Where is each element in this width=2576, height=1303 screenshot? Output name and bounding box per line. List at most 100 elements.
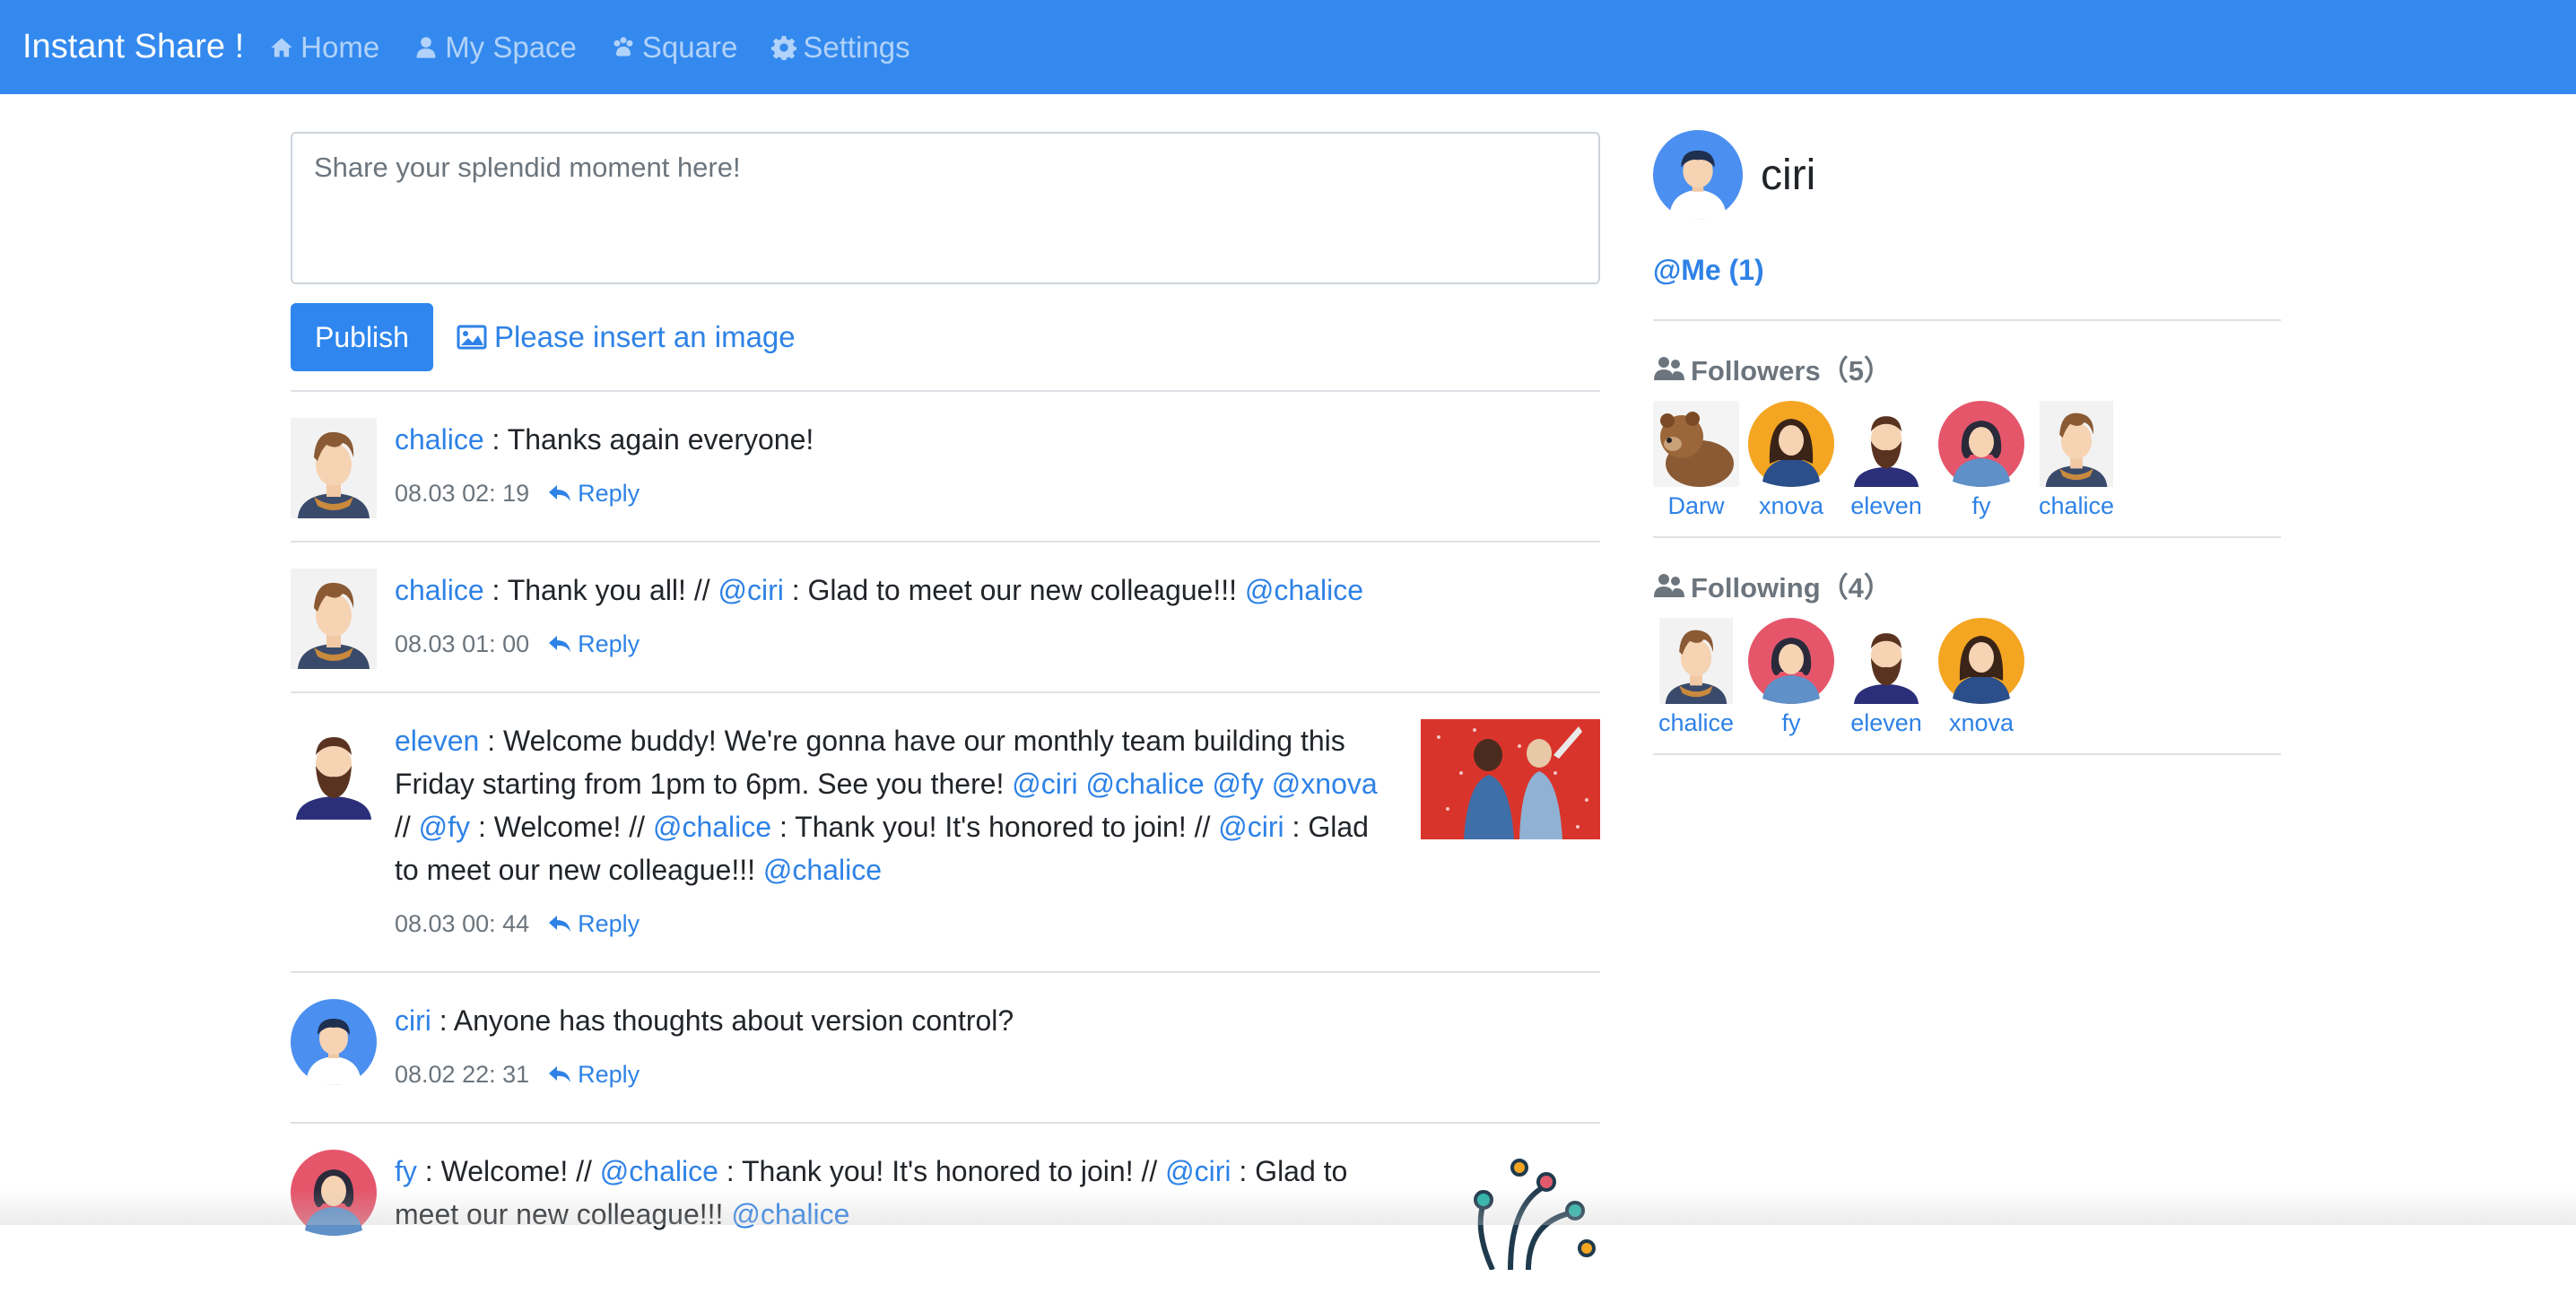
mention-link[interactable]: @fy: [419, 811, 470, 843]
follower-user[interactable]: eleven: [1843, 401, 1929, 520]
follower-name: Darw: [1667, 492, 1725, 519]
following-list: chalice fy eleven xnova: [1653, 618, 2281, 737]
feed-post: eleven : Welcome buddy! We're gonna have…: [291, 693, 1600, 973]
reply-button[interactable]: Reply: [547, 622, 640, 665]
post-text-segment: [1078, 768, 1086, 800]
nav-square[interactable]: Square: [611, 30, 737, 65]
reply-label: Reply: [578, 630, 640, 657]
sidebar-divider: [1653, 753, 2281, 755]
post-author-link[interactable]: eleven: [395, 725, 479, 757]
following-user[interactable]: xnova: [1938, 618, 2024, 737]
avatar[interactable]: [291, 999, 377, 1085]
reply-icon: [549, 1066, 571, 1082]
following-title: Following（4）: [1691, 572, 1892, 604]
image-icon: [457, 325, 487, 350]
mention-link[interactable]: @chalice: [1245, 574, 1363, 606]
mention-link[interactable]: @chalice: [600, 1155, 718, 1187]
avatar: [1843, 618, 1929, 704]
post-text-segment: //: [395, 811, 419, 843]
reply-icon: [549, 916, 571, 932]
post-text-segment: [1205, 768, 1213, 800]
following-user[interactable]: eleven: [1843, 618, 1929, 737]
avatar[interactable]: [291, 418, 377, 518]
post-meta: 08.03 00: 44 Reply: [395, 902, 1385, 945]
post-meta: 08.03 01: 00 Reply: [395, 622, 1600, 665]
post-text: chalice : Thanks again everyone!: [395, 418, 1600, 461]
gear-icon: [771, 35, 797, 60]
profile-avatar[interactable]: [1653, 130, 1743, 220]
nav-home[interactable]: Home: [269, 30, 379, 65]
users-icon: [1654, 573, 1684, 597]
follower-user[interactable]: fy: [1938, 401, 2024, 520]
post-text-segment: : Thank you! It's honored to join! //: [718, 1155, 1166, 1187]
follower-user[interactable]: Darw: [1653, 401, 1739, 520]
post-text-segment: : Anyone has thoughts about version cont…: [431, 1004, 1014, 1037]
post-text-segment: : Thank you all! //: [483, 574, 718, 606]
avatar[interactable]: [291, 719, 377, 820]
post-body: fy : Welcome! // @chalice : Thank you! I…: [395, 1150, 1385, 1303]
mention-link[interactable]: @xnova: [1272, 768, 1378, 800]
avatar: [2033, 401, 2119, 487]
mention-link[interactable]: @ciri: [718, 574, 783, 606]
following-name: fy: [1781, 709, 1801, 736]
avatar[interactable]: [291, 569, 377, 669]
nav-square-label: Square: [641, 30, 738, 64]
post-meta: 08.02 22: 31 Reply: [395, 1053, 1600, 1096]
post-author-link[interactable]: chalice: [395, 574, 484, 606]
profile-sidebar: ciri @Me (1) Followers（5） Darw xnova ele…: [1653, 94, 2281, 755]
sidebar-divider: [1653, 319, 2281, 321]
paw-icon: [614, 36, 633, 56]
following-name: eleven: [1850, 709, 1922, 736]
mentions-link[interactable]: @Me (1): [1653, 254, 2281, 287]
follower-user[interactable]: chalice: [2033, 401, 2119, 520]
mention-link[interactable]: @ciri: [1218, 811, 1284, 843]
post-body: chalice : Thanks again everyone! 08.03 0…: [395, 418, 1600, 541]
composer-actions: Publish Please insert an image: [291, 303, 1600, 371]
avatar: [1653, 401, 1739, 487]
mention-link[interactable]: @chalice: [653, 811, 771, 843]
mention-link[interactable]: @ciri: [1012, 768, 1077, 800]
post-timestamp: 08.03 02: 19: [395, 480, 530, 507]
nav-my-space[interactable]: My Space: [413, 30, 577, 65]
bottom-shadow: [0, 1189, 2576, 1225]
post-text-segment: : Glad to meet our new colleague!!!: [783, 574, 1245, 606]
post-meta: 08.03 02: 19 Reply: [395, 472, 1600, 515]
following-heading: Following（4）: [1653, 565, 2281, 605]
mention-link[interactable]: @chalice: [763, 854, 882, 886]
post-timestamp: 08.02 22: 31: [395, 1061, 530, 1088]
insert-image-link[interactable]: Please insert an image: [457, 320, 796, 354]
post-text-segment: [1264, 768, 1272, 800]
mention-link[interactable]: @fy: [1213, 768, 1264, 800]
post-text-segment: : Thank you! It's honored to join! //: [771, 811, 1219, 843]
avatar: [1653, 618, 1739, 704]
nav-settings[interactable]: Settings: [771, 30, 910, 65]
post-photo-image[interactable]: [1421, 719, 1600, 839]
mention-link[interactable]: @ciri: [1165, 1155, 1231, 1187]
sidebar-divider: [1653, 536, 2281, 538]
reply-button[interactable]: Reply: [547, 472, 640, 515]
follower-name: eleven: [1850, 492, 1922, 519]
home-icon: [271, 38, 292, 56]
reply-button[interactable]: Reply: [547, 1053, 640, 1096]
post-text: ciri : Anyone has thoughts about version…: [395, 999, 1600, 1042]
post-body: ciri : Anyone has thoughts about version…: [395, 999, 1600, 1122]
avatar: [1938, 618, 2024, 704]
avatar: [1748, 618, 1834, 704]
post-timestamp: 08.03 00: 44: [395, 910, 530, 937]
post-text-segment: : Welcome! //: [416, 1155, 600, 1187]
following-user[interactable]: fy: [1748, 618, 1834, 737]
reply-button[interactable]: Reply: [547, 902, 640, 945]
mention-link[interactable]: @chalice: [1086, 768, 1205, 800]
post-text: eleven : Welcome buddy! We're gonna have…: [395, 719, 1385, 891]
following-user[interactable]: chalice: [1653, 618, 1739, 737]
post-author-link[interactable]: ciri: [395, 1004, 431, 1037]
main-feed-column: Share your splendid moment here! Publish…: [291, 94, 1600, 1303]
post-timestamp: 08.03 01: 00: [395, 630, 530, 657]
brand-logo[interactable]: Instant Share !: [22, 28, 244, 66]
publish-button[interactable]: Publish: [291, 303, 433, 371]
post-composer-textarea[interactable]: Share your splendid moment here!: [291, 132, 1600, 284]
post-text-segment: : Thanks again everyone!: [483, 423, 814, 456]
post-author-link[interactable]: fy: [395, 1155, 417, 1187]
post-author-link[interactable]: chalice: [395, 423, 484, 456]
follower-user[interactable]: xnova: [1748, 401, 1834, 520]
